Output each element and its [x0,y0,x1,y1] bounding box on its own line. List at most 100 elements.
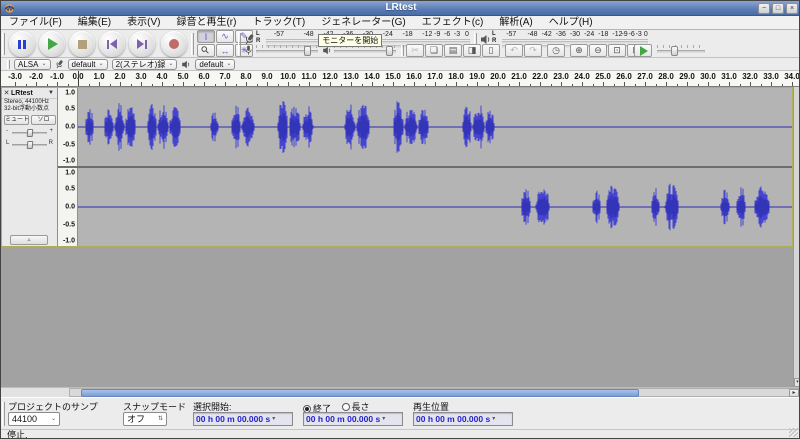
playhead-cursor [78,71,79,86]
edit-toolbar-grip[interactable] [401,45,404,56]
ruler-label: 31.0 [721,72,737,81]
track-close-icon[interactable]: ✕ [2,89,11,97]
resize-grip[interactable] [789,428,798,437]
sync-lock-icon: ◷ [552,45,560,56]
waveform-right-channel[interactable] [78,168,792,246]
ruler-label: 17.0 [427,72,443,81]
track-menu-icon[interactable]: ▼ [48,90,57,96]
device-toolbar: ALSA⌄ default⌄ 2(ステレオ)録⌄ default⌄ [1,58,800,71]
sync-lock-button[interactable]: ◷ [547,44,565,57]
track-collapse-button[interactable]: ▵ [10,235,48,245]
play-at-speed-button[interactable] [634,44,652,57]
pause-button[interactable] [9,31,35,57]
menu-t[interactable]: トラック(T) [244,16,313,30]
tools-toolbar-grip[interactable] [191,33,194,55]
scroll-down-icon[interactable]: ▾ [794,378,800,387]
horizontal-scroll-thumb[interactable] [81,389,639,397]
trim-button[interactable]: ◨ [463,44,481,57]
pan-slider[interactable]: L R [5,139,54,150]
transport-toolbar-grip[interactable] [2,33,5,55]
fit-selection-icon: ⊡ [613,45,621,56]
menu-bar: ファイル(F)編集(E)表示(V)録音と再生(r)トラック(T)ジェネレーター(… [1,16,800,30]
ruler-label: 7.0 [219,72,230,81]
timeline-ruler[interactable]: -3.0-2.0-1.00.01.02.03.04.05.06.07.08.09… [1,71,800,87]
copy-button[interactable]: ❏ [425,44,443,57]
close-button[interactable]: × [786,3,798,14]
record-button[interactable] [161,31,187,57]
paste-icon: ▤ [449,45,458,56]
scroll-right-icon[interactable]: ▸ [789,389,799,397]
mute-button[interactable]: ミュート [4,115,29,125]
silence-button[interactable]: ▯ [482,44,500,57]
horizontal-scrollbar[interactable]: ◂ ▸ [1,387,800,397]
cut-button[interactable]: ✂ [406,44,424,57]
trim-icon: ◨ [468,45,477,56]
stop-button[interactable] [69,31,95,57]
meter-tick: -6 [629,31,635,38]
time-shift-tool-button[interactable]: ↔ [216,44,234,57]
vertical-scale-left[interactable]: 1.00.50.0-0.5-1.0 [58,88,78,166]
minimize-button[interactable]: − [758,3,770,14]
input-volume-slider[interactable] [256,44,318,56]
vertical-scrollbar[interactable]: ▾ [793,87,800,387]
project-rate-dropdown[interactable]: 44100⌄ [8,412,60,426]
title-bar[interactable]: LRtest − □ × [1,1,800,16]
skip-to-start-button[interactable] [99,31,125,57]
vertical-scale-right[interactable]: 1.00.50.0-0.5-1.0 [58,168,78,246]
menu-c[interactable]: エフェクト(c) [414,16,492,30]
paste-button[interactable]: ▤ [444,44,462,57]
play-position-field[interactable]: 00 h 00 m 00.000 s▾ [413,412,513,426]
ruler-label: 8.0 [240,72,251,81]
playback-speed-thumb[interactable] [671,46,678,56]
silence-icon: ▯ [489,45,494,56]
zoom-in-button[interactable]: ⊕ [570,44,588,57]
envelope-tool-button[interactable]: ∿ [216,30,234,43]
gain-slider[interactable]: - + [5,127,54,138]
length-radio-dot[interactable] [342,403,350,411]
snap-mode-dropdown[interactable]: オフ⇅ [123,412,167,426]
menu-a[interactable]: 解析(A) [491,16,540,30]
track-area-background[interactable] [1,247,800,387]
meter-tick: -48 [527,31,537,38]
maximize-button[interactable]: □ [772,3,784,14]
menu-g[interactable]: ジェネレーター(G) [313,16,413,30]
menu-r[interactable]: 録音と再生(r) [168,16,244,30]
solo-button[interactable]: ソロ [31,115,56,125]
menu-f[interactable]: ファイル(F) [1,16,70,30]
ruler-label: 19.0 [469,72,485,81]
play-button[interactable] [39,31,65,57]
zoom-out-button[interactable]: ⊖ [589,44,607,57]
mixer-input-icon [244,45,253,56]
zoom-tool-button[interactable]: ⚲ [197,44,215,57]
recording-device-dropdown[interactable]: default⌄ [68,59,108,70]
selection-start-field[interactable]: 00 h 00 m 00.000 s▾ [193,412,293,426]
selection-toolbar-grip[interactable] [2,402,5,426]
ruler-label: 13.0 [343,72,359,81]
mixer-toolbar-grip[interactable] [238,45,241,56]
audio-host-dropdown[interactable]: ALSA⌄ [14,59,51,70]
track-control-panel[interactable]: ✕ LRtest ▼ Stereo, 44100Hz 32-bit浮動小数点 ミ… [2,88,58,246]
redo-button[interactable]: ↷ [524,44,542,57]
menu-e[interactable]: 編集(E) [70,16,119,30]
output-volume-thumb[interactable] [386,46,393,56]
ruler-label: 5.0 [177,72,188,81]
gain-slider-thumb[interactable] [27,129,34,137]
waveform-left-channel[interactable] [78,88,792,166]
selection-tool-button[interactable]: I [197,30,215,43]
fit-selection-button[interactable]: ⊡ [608,44,626,57]
menu-h[interactable]: ヘルプ(H) [541,16,601,30]
meter-tick: -48 [304,31,314,38]
skip-to-end-button[interactable] [129,31,155,57]
undo-button[interactable]: ↶ [505,44,523,57]
recording-channels-dropdown[interactable]: 2(ステレオ)録⌄ [112,59,178,70]
playback-device-dropdown[interactable]: default⌄ [195,59,235,70]
menu-v[interactable]: 表示(V) [119,16,168,30]
monitor-tooltip[interactable]: モニターを開始 [318,34,382,47]
playback-speed-slider[interactable] [657,44,705,56]
meter-tick: -18 [403,31,413,38]
pan-slider-thumb[interactable] [27,141,34,149]
redo-icon: ↷ [529,45,537,56]
device-toolbar-grip[interactable] [7,60,10,69]
selection-end-field[interactable]: 00 h 00 m 00.000 s▾ [303,412,403,426]
input-volume-thumb[interactable] [304,46,311,56]
